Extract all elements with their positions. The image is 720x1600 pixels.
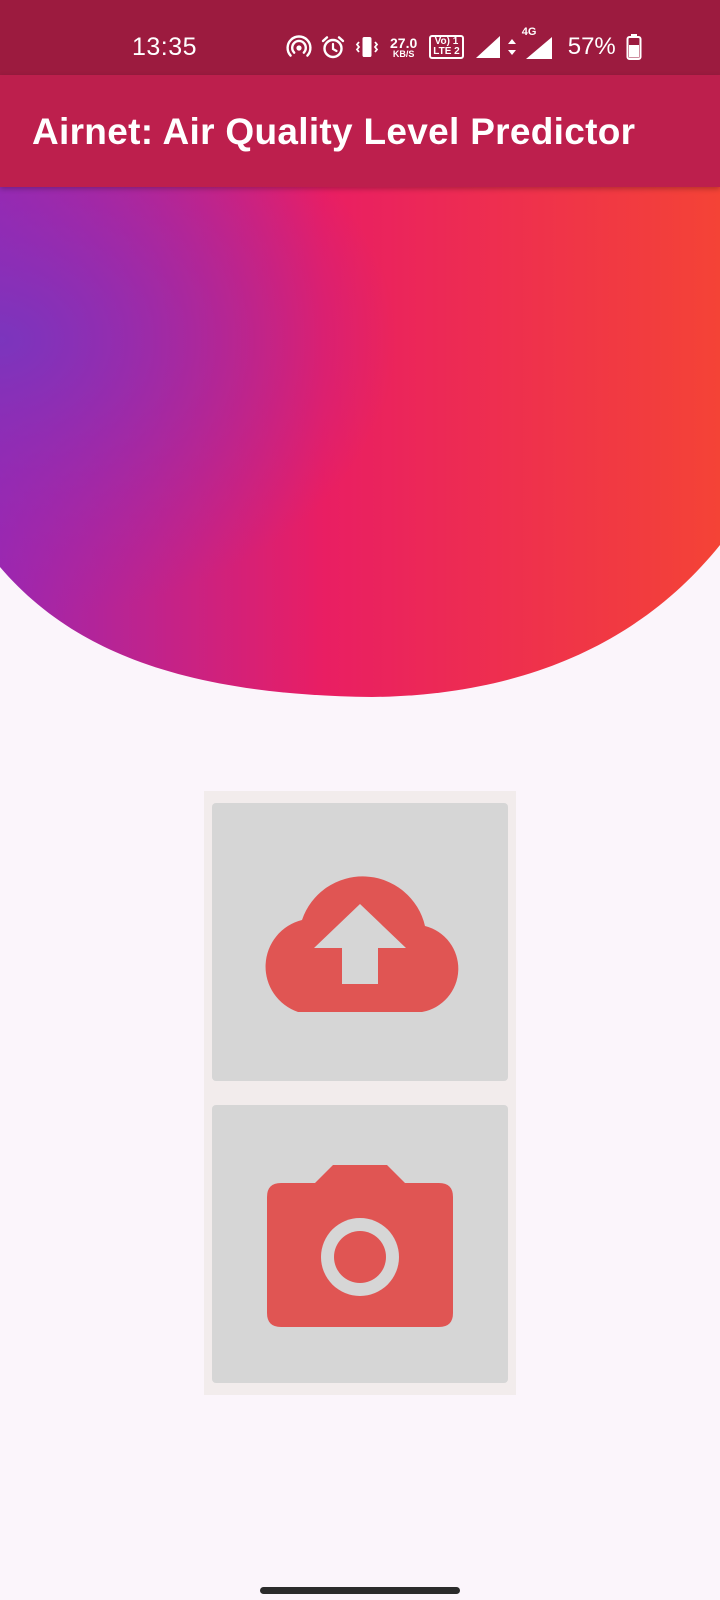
- hotspot-icon: [286, 35, 312, 57]
- upload-image-button[interactable]: [212, 803, 508, 1081]
- net-speed-value: 27.0: [390, 34, 418, 51]
- status-time: 13:35: [132, 33, 198, 61]
- network-type-label: 4G: [521, 26, 537, 38]
- app-bar: Airnet: Air Quality Level Predictor: [0, 75, 720, 187]
- net-speed: 27.0 KB/S: [390, 36, 417, 59]
- take-photo-button[interactable]: [212, 1105, 508, 1383]
- camera-icon: [267, 1165, 453, 1327]
- cloud-upload-icon: [265, 876, 459, 1012]
- signal-4g-icon: 4G R: [522, 26, 554, 62]
- home-indicator[interactable]: [260, 1587, 460, 1594]
- signal-icon: [475, 36, 500, 58]
- volte-bottom-label: LTE 2: [433, 46, 460, 57]
- action-panel: [204, 791, 516, 1395]
- status-bar: 13:35 27.0 KB/S Vo) 1 LTE 2 4G R 57%: [0, 0, 720, 75]
- header-gradient-wave: [0, 187, 720, 697]
- app-title: Airnet: Air Quality Level Predictor: [32, 111, 636, 152]
- net-speed-unit: KB/S: [392, 48, 415, 59]
- status-icons: 27.0 KB/S Vo) 1 LTE 2 4G R 57%: [286, 26, 642, 62]
- alarm-icon: [321, 36, 345, 59]
- data-arrows-icon: [507, 39, 516, 55]
- vibrate-icon: [355, 37, 379, 57]
- battery-percent: 57%: [567, 33, 616, 60]
- volte-icon: Vo) 1 LTE 2: [429, 35, 464, 59]
- roaming-label: R: [544, 51, 552, 62]
- battery-icon: [626, 34, 642, 60]
